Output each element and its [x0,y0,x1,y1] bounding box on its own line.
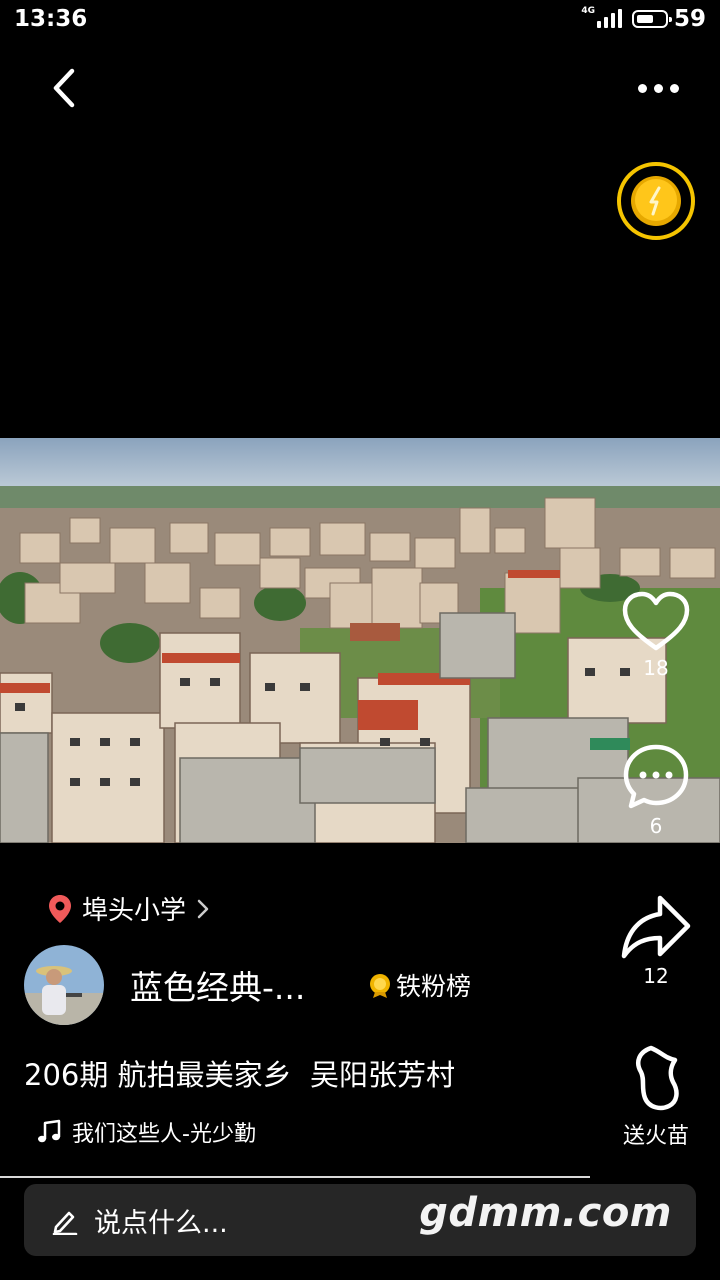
medal-icon [370,974,390,998]
status-bar: 13:36 4G 59 [0,0,720,40]
comment-bubble-icon [623,744,689,809]
avatar-image [24,945,104,1025]
comment-count: 6 [649,814,663,838]
fan-ranking-label: 铁粉榜 [396,972,472,1001]
chevron-right-icon [197,899,209,918]
author-avatar[interactable] [24,945,104,1025]
music-title: 我们这些人-光少勤 [72,1122,256,1147]
music-link[interactable]: 我们这些人-光少勤 [36,1116,256,1148]
author-row: 蓝色经典-... 铁粉榜 [24,944,471,1026]
signal-icon [596,9,622,28]
status-time: 13:36 [14,6,88,32]
location-pin-icon [49,894,71,923]
location-link[interactable]: 埠头小学 [48,890,210,927]
music-note-icon [38,1119,61,1143]
status-icons: 4G 59 [581,6,706,32]
comment-button[interactable]: 6 [601,742,711,838]
pencil-icon [52,1211,78,1235]
author-name[interactable]: 蓝色经典-... [130,961,330,1009]
flame-icon [636,1045,679,1111]
like-count: 18 [643,656,669,680]
like-button[interactable]: 18 [601,590,711,680]
more-dots-icon [637,83,647,93]
comment-input[interactable]: 说点什么... gdmm.com [24,1184,696,1256]
send-fire-button[interactable]: 送火苗 [601,1044,711,1150]
share-count: 12 [643,964,669,988]
divider [0,1176,590,1178]
share-arrow-icon [621,895,691,959]
network-type: 4G [581,6,595,16]
comment-placeholder: 说点什么... [94,1207,228,1239]
send-fire-label: 送火苗 [622,1124,689,1149]
location-name: 埠头小学 [82,896,187,926]
reward-coin-button[interactable] [615,160,697,242]
site-watermark: gdmm.com [419,1190,672,1236]
gold-coin-icon [617,162,695,240]
heart-icon [622,591,690,651]
more-options-button[interactable] [628,70,688,106]
chevron-left-icon [53,68,75,108]
fan-ranking-badge[interactable]: 铁粉榜 [368,967,471,1003]
share-button[interactable]: 12 [601,892,711,988]
post-caption: 206期 航拍最美家乡 吴阳张芳村 [24,1058,456,1092]
back-button[interactable] [40,62,88,114]
battery-level: 59 [673,6,706,32]
battery-icon [631,10,672,28]
